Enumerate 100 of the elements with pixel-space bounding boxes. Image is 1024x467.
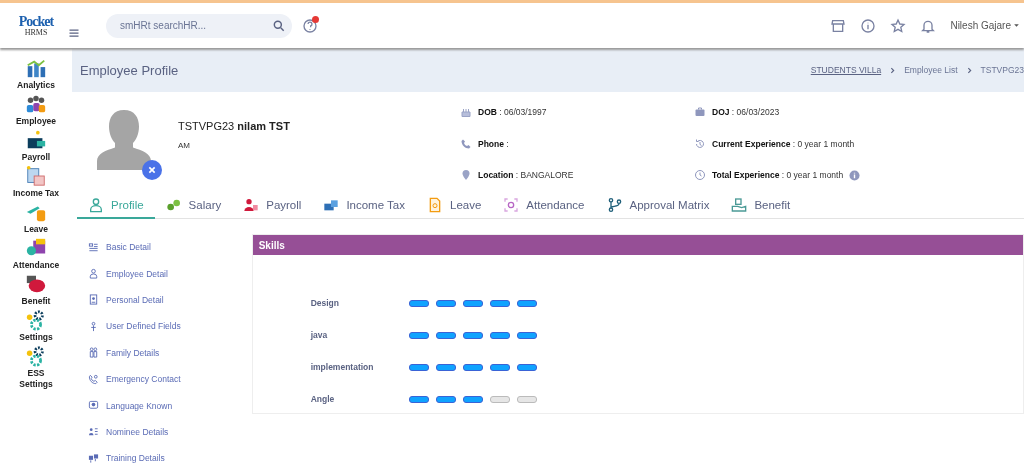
detail-text: DOJ : 06/03/2023	[712, 107, 780, 117]
rating-segment-filled	[435, 299, 456, 307]
sidebar-item[interactable]: Analytics	[1, 57, 71, 91]
skill-name: java	[310, 330, 329, 340]
fingerprint-icon	[503, 196, 520, 213]
sidebar-item[interactable]: Payroll	[1, 129, 71, 163]
sidebar-item[interactable]: Attendance	[1, 237, 71, 271]
breadcrumb-link[interactable]: Employee List	[904, 65, 958, 75]
person-icon	[88, 196, 104, 213]
rating-segment-filled	[435, 331, 456, 339]
sidebar-item[interactable]: ESS Settings	[1, 345, 71, 390]
section-link[interactable]: Language Known	[88, 392, 252, 419]
rating-segment-filled	[489, 363, 510, 371]
close-icon	[148, 166, 156, 174]
caret-icon[interactable]	[1013, 22, 1020, 29]
skill-name: Angle	[310, 394, 336, 404]
help-icon[interactable]	[302, 17, 318, 34]
cake-icon	[460, 106, 472, 118]
detail-text: Location : BANGALORE	[478, 170, 574, 181]
rating-segment-filled	[462, 363, 483, 371]
chevron-icon	[965, 66, 973, 74]
language-icon	[88, 400, 99, 412]
rating-segment-filled	[489, 331, 510, 339]
phone-heart-icon	[88, 373, 99, 385]
leave-document-icon	[427, 196, 443, 213]
rating-segment-filled	[435, 395, 456, 403]
sidebar-item[interactable]: Employee	[1, 93, 71, 127]
section-link[interactable]: Emergency Contact	[88, 365, 252, 393]
rating-segment-filled	[462, 299, 483, 307]
list-icon	[88, 241, 99, 253]
rating-segment-filled	[516, 299, 537, 307]
breadcrumb-current: TSTVPG23	[980, 65, 1024, 75]
profile-tab[interactable]: Benefit	[720, 192, 802, 219]
sidebar-item[interactable]: Leave	[1, 201, 71, 235]
page-title: Employee Profile	[80, 62, 179, 78]
briefcase-icon	[694, 106, 706, 118]
section-link[interactable]: User Defined Fields	[88, 313, 252, 340]
person-icon	[88, 268, 99, 280]
search-icon[interactable]	[272, 18, 286, 33]
rating-segment-filled	[489, 299, 510, 307]
people-list-icon	[88, 426, 99, 438]
store-icon[interactable]	[830, 17, 847, 34]
rating-segment-filled	[462, 395, 483, 403]
training-icon	[88, 452, 99, 464]
detail-text: Phone :	[478, 138, 509, 149]
section-link[interactable]: Personal Detail	[88, 286, 252, 314]
rating-segment-filled	[516, 331, 537, 339]
rating-segment-filled	[408, 363, 429, 371]
gears-icon	[25, 345, 47, 367]
hand-gift-icon	[731, 196, 748, 213]
pocket-hrms-logo: Pocket HRMS	[17, 14, 55, 37]
detail-text: Total Experience : 0 year 1 month	[712, 170, 844, 181]
profile-tab[interactable]: Attendance	[492, 192, 596, 219]
section-link[interactable]: Training Details	[88, 445, 252, 467]
profile-tab[interactable]: Salary	[154, 192, 233, 219]
user-menu[interactable]: Nilesh Gajare	[950, 20, 1011, 31]
bar-chart-icon	[25, 57, 47, 79]
rating-segment-filled	[408, 299, 429, 307]
phone-icon	[460, 137, 472, 150]
breadcrumb-link[interactable]: STUDENTS VILLa	[810, 65, 882, 75]
skills-header: Skills	[252, 235, 1023, 255]
family-icon	[88, 347, 99, 359]
rating-segment-filled	[408, 395, 429, 403]
sidebar-item[interactable]: Benefit	[1, 273, 71, 307]
person-money-icon	[243, 196, 260, 213]
skill-name: implementation	[310, 362, 375, 372]
id-card-icon	[88, 294, 99, 306]
info-icon[interactable]	[860, 17, 877, 34]
sidebar-item[interactable]: Settings	[1, 309, 71, 343]
star-icon[interactable]	[890, 17, 907, 34]
section-link[interactable]: Nominee Details	[88, 418, 252, 446]
section-link[interactable]: Family Details	[88, 339, 252, 366]
employee-name: TSTVPG23 nilam TST	[178, 120, 291, 132]
rating-segment-filled	[435, 363, 456, 371]
chevron-icon	[889, 66, 897, 74]
sidebar-item[interactable]: Income Tax	[1, 165, 71, 199]
gears-icon	[25, 309, 47, 331]
branch-icon	[606, 196, 623, 213]
skill-name: Design	[310, 298, 340, 308]
rating-segment-empty	[489, 395, 510, 403]
history-icon	[694, 137, 706, 150]
search-field[interactable]: smHRt searchHR...	[106, 13, 292, 38]
profile-tab[interactable]: Income Tax	[312, 192, 416, 219]
clock-icon	[694, 169, 706, 182]
profile-tab[interactable]: Approval Matrix	[595, 192, 721, 219]
location-pin-icon	[460, 169, 472, 182]
profile-tab[interactable]: Payroll	[232, 192, 313, 219]
info-icon[interactable]	[849, 169, 861, 181]
people-icon	[25, 93, 47, 115]
rating-segment-filled	[516, 363, 537, 371]
designation: AM	[178, 141, 191, 150]
menu-icon[interactable]	[68, 26, 80, 39]
rating-segment-filled	[408, 331, 429, 339]
document-icon	[25, 165, 47, 187]
section-link[interactable]: Employee Detail	[88, 260, 252, 287]
profile-tab[interactable]: Leave	[416, 192, 493, 219]
rating-segment-filled	[462, 331, 483, 339]
detail-text: Current Experience : 0 year 1 month	[712, 138, 855, 149]
remove-photo-button[interactable]	[142, 160, 162, 180]
section-link[interactable]: Basic Detail	[88, 234, 252, 261]
